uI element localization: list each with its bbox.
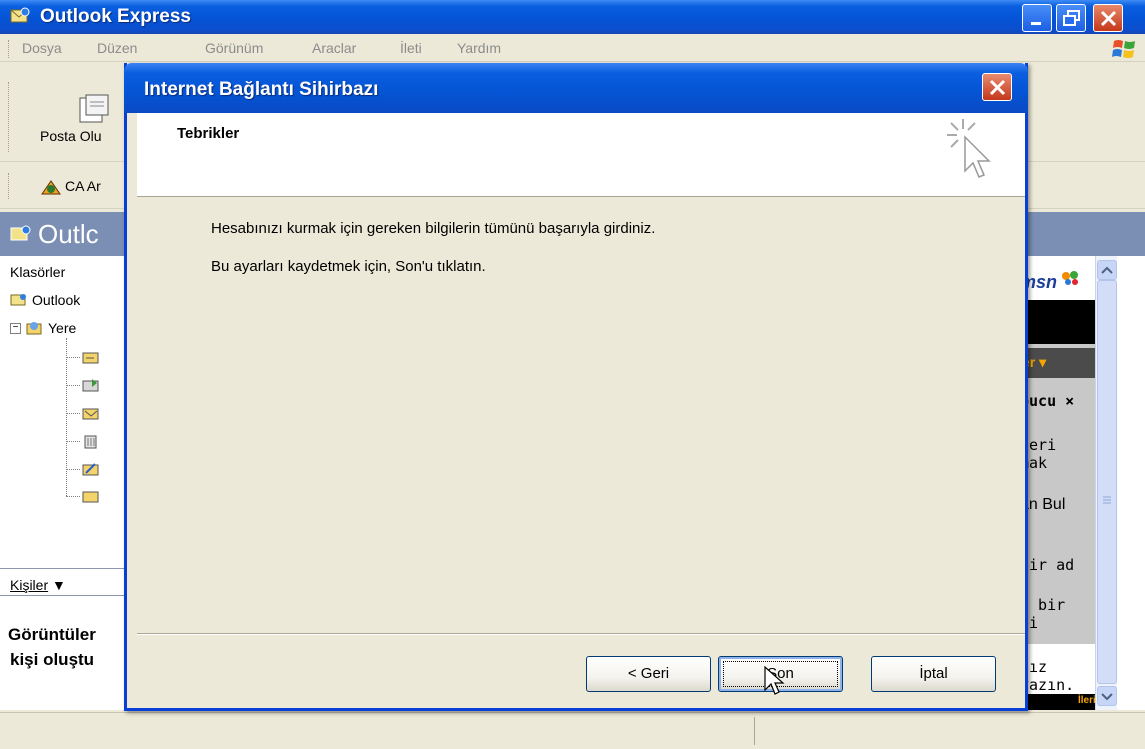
toolbar-grip[interactable] [8,82,11,152]
outlook-header-icon [10,225,31,241]
menu-bar: Dosya Düzen Görünüm Araclar İleti Yardım [0,34,1145,62]
local-folders-icon [26,322,42,335]
chevron-down-icon: ▼ [52,577,66,593]
restore-icon [1063,10,1080,26]
connection-wizard-dialog: Internet Bağlantı Sihirbazı Tebrikler He… [124,63,1028,711]
ca-label: CA Ar [65,178,101,194]
folder-pane: Klasörler Outlook − Yere Kişiler ▼ Görün… [0,256,134,710]
dialog-header: Tebrikler [137,113,1025,197]
close-button[interactable] [1093,4,1123,32]
wizard-cursor-icon [947,119,991,178]
ca-grip[interactable] [8,173,11,199]
success-message: Hesabınızı kurmak için gereken bilgileri… [211,220,656,237]
windows-logo-icon [1112,40,1135,58]
close-icon [1100,10,1117,27]
msn-next-link[interactable]: İleri [1078,695,1096,706]
instruction-message: Bu ayarları kaydetmek için, Son'u tıklat… [211,258,486,275]
ca-antispam-button[interactable]: CA Ar [40,178,101,196]
outbox-icon[interactable] [82,377,100,393]
status-bar [0,712,1145,749]
chevron-down-icon [1101,693,1113,701]
contacts-bar[interactable]: Kişiler ▼ [0,568,133,596]
msn-line: bir ad [1020,556,1075,574]
menu-edit[interactable]: Düzen [97,40,137,56]
minimize-icon [1031,22,1041,25]
close-icon [989,79,1006,96]
inbox-icon[interactable] [82,349,100,365]
msn-scrollbar[interactable] [1095,256,1117,710]
msn-line: yazın. [1020,676,1075,694]
tree-label-local: Yere [48,320,77,336]
scroll-thumb[interactable] [1097,280,1117,684]
tree-connector [66,357,80,358]
menu-message[interactable]: İleti [400,40,422,56]
tree-connector [66,413,80,414]
folders-title: Klasörler [10,264,66,280]
create-mail-button[interactable]: Posta Olu [40,92,130,157]
dialog-body: Hesabınızı kurmak için gereken bilgileri… [137,198,1025,698]
dialog-heading: Tebrikler [177,125,240,142]
menu-grip[interactable] [8,40,11,58]
contacts-title: Kişiler [10,577,49,593]
menu-view[interactable]: Görünüm [205,40,263,56]
drafts-icon[interactable] [82,461,100,477]
cancel-button[interactable]: İptal [871,656,996,692]
tree-label-outlook: Outlook [32,292,81,308]
ca-icon [41,180,61,195]
outlook-express-icon [10,7,30,23]
sent-items-icon[interactable] [82,405,100,421]
msn-line[interactable]: bucu × [1020,392,1074,410]
folder-icon[interactable] [82,488,100,504]
back-button[interactable]: < Geri [586,656,711,692]
create-mail-label: Posta Olu [40,128,102,144]
create-mail-icon [79,94,109,123]
chevron-up-icon [1101,266,1113,274]
tree-connector [66,385,80,386]
scroll-down-button[interactable] [1097,686,1117,706]
mouse-pointer-icon [764,666,785,695]
tree-connector [66,441,80,442]
menu-help[interactable]: Yardım [457,40,501,56]
main-title-bar[interactable]: Outlook Express [0,0,1145,34]
contacts-text-line1: Görüntüler [8,625,96,644]
dialog-title-bar[interactable]: Internet Bağlantı Sihirbazı [124,63,1028,113]
msn-butterfly-icon [1062,271,1078,285]
tree-connector [66,496,80,497]
grip-icon [1103,496,1111,504]
dialog-close-button[interactable] [982,73,1012,101]
header-title: Outlc [38,219,99,249]
collapse-toggle[interactable]: − [10,323,21,334]
minimize-button[interactable] [1022,4,1052,32]
status-divider [754,717,755,745]
scroll-up-button[interactable] [1097,260,1117,280]
dialog-title: Internet Bağlantı Sihirbazı [144,79,379,100]
window-title: Outlook Express [40,6,191,27]
msn-panel: msn er ▾ bucu × leri mak an Bul bir ad u… [1020,256,1145,710]
menu-file[interactable]: Dosya [22,40,62,56]
outlook-folder-icon [10,294,26,306]
contacts-text-line2: kişi oluştu [10,650,95,669]
tree-connector [66,338,67,496]
dialog-separator [137,633,1025,635]
restore-button[interactable] [1056,4,1086,32]
tree-connector [66,469,80,470]
contacts-text: Görüntüler kişi oluştu [8,622,96,672]
deleted-items-icon[interactable] [82,433,100,449]
menu-tools[interactable]: Araclar [312,40,356,56]
